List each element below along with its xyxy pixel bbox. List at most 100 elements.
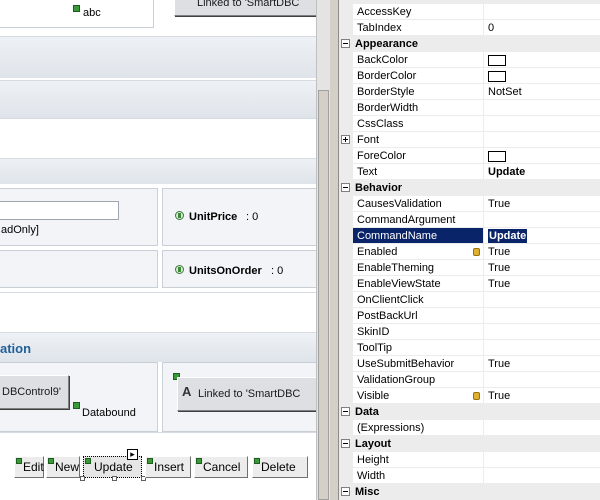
property-name[interactable]: CommandArgument (353, 212, 484, 228)
property-name[interactable]: BorderColor (353, 68, 484, 84)
property-name[interactable]: ToolTip (353, 340, 484, 356)
edit-button[interactable]: Edit (14, 456, 44, 478)
property-value-editor[interactable]: Update (488, 229, 528, 243)
property-value[interactable] (484, 308, 600, 324)
designer-scrollbar[interactable] (316, 0, 330, 500)
property-value[interactable]: Update (484, 228, 600, 244)
property-row-onclientclick[interactable]: OnClientClick (339, 292, 600, 308)
property-value[interactable] (484, 212, 600, 228)
property-name[interactable]: CommandName (353, 228, 484, 244)
property-row-forecolor[interactable]: ForeColor (339, 148, 600, 164)
property-row-borderstyle[interactable]: BorderStyle NotSet (339, 84, 600, 100)
property-value[interactable]: True (484, 356, 600, 372)
property-name[interactable]: OnClientClick (353, 292, 484, 308)
property-row-height[interactable]: Height (339, 452, 600, 468)
resize-handle[interactable] (80, 476, 85, 481)
resize-handle[interactable] (112, 476, 117, 481)
property-row-accesskey[interactable]: AccessKey (339, 4, 600, 20)
property-row-commandname[interactable]: CommandName Update (339, 228, 600, 244)
property-row-usesubmitbehavior[interactable]: UseSubmitBehavior True (339, 356, 600, 372)
property-name[interactable]: Visible (353, 388, 484, 404)
property-row-font[interactable]: Font (339, 132, 600, 148)
property-name[interactable]: UseSubmitBehavior (353, 356, 484, 372)
readonly-input[interactable] (0, 201, 119, 220)
designer-surface[interactable]: abc Linked to 'SmartDBC adOnly] UnitPric… (0, 0, 316, 500)
collapse-icon[interactable] (341, 39, 350, 48)
category-data[interactable]: Data (339, 404, 600, 420)
collapse-icon[interactable] (341, 439, 350, 448)
property-row-width[interactable]: Width (339, 468, 600, 484)
property-row-postbackurl[interactable]: PostBackUrl (339, 308, 600, 324)
property-name[interactable]: Enabled (353, 244, 484, 260)
property-value[interactable] (484, 132, 600, 148)
property-name[interactable]: TabIndex (353, 20, 484, 36)
property-row-validationgroup[interactable]: ValidationGroup (339, 372, 600, 388)
property-value[interactable] (484, 452, 600, 468)
property-name[interactable]: EnableTheming (353, 260, 484, 276)
category-appearance[interactable]: Appearance (339, 36, 600, 52)
linked-button[interactable]: A Linked to 'SmartDBC (177, 377, 316, 411)
property-name[interactable]: CausesValidation (353, 196, 484, 212)
property-name[interactable]: BorderStyle (353, 84, 484, 100)
property-value[interactable]: NotSet (484, 84, 600, 100)
smart-tag-button[interactable]: ▸ (127, 449, 138, 460)
property-row-bordercolor[interactable]: BorderColor (339, 68, 600, 84)
property-name[interactable]: SkinID (353, 324, 484, 340)
property-value[interactable] (484, 52, 600, 68)
category-misc[interactable]: Misc (339, 484, 600, 500)
property-name[interactable]: ValidationGroup (353, 372, 484, 388)
delete-button[interactable]: Delete (252, 456, 308, 478)
property-value[interactable]: True (484, 196, 600, 212)
collapse-icon[interactable] (341, 487, 350, 496)
property-name[interactable]: BorderWidth (353, 100, 484, 116)
property-name[interactable]: Width (353, 468, 484, 484)
property-row-enableviewstate[interactable]: EnableViewState True (339, 276, 600, 292)
property-row-cssclass[interactable]: CssClass (339, 116, 600, 132)
readonly-cell[interactable]: adOnly] (0, 188, 158, 246)
property-row-visible[interactable]: Visible True (339, 388, 600, 404)
collapse-icon[interactable] (341, 183, 350, 192)
new-button[interactable]: New (46, 456, 80, 478)
property-row-causesvalidation[interactable]: CausesValidation True (339, 196, 600, 212)
collapse-icon[interactable] (341, 407, 350, 416)
control-cell[interactable]: DBControl9' Databound (0, 362, 158, 432)
designer-scrollbar-thumb[interactable] (318, 90, 329, 500)
property-name[interactable]: PostBackUrl (353, 308, 484, 324)
cancel-button[interactable]: Cancel (194, 456, 248, 478)
property-name[interactable]: AccessKey (353, 4, 484, 20)
property-value[interactable]: True (484, 276, 600, 292)
property-row-text[interactable]: Text Update (339, 164, 600, 180)
splitter[interactable] (330, 0, 338, 500)
property-name[interactable]: Text (353, 164, 484, 180)
property-value[interactable] (484, 324, 600, 340)
property-name[interactable]: (Expressions) (353, 420, 484, 436)
property-value[interactable] (484, 100, 600, 116)
property-value[interactable]: Update (484, 164, 600, 180)
property-value[interactable] (484, 420, 600, 436)
property-row-tooltip[interactable]: ToolTip (339, 340, 600, 356)
property-row-skinid[interactable]: SkinID (339, 324, 600, 340)
top-cell[interactable]: abc (0, 0, 154, 28)
property-value[interactable] (484, 68, 600, 84)
category-behavior[interactable]: Behavior (339, 180, 600, 196)
linked-cell[interactable]: A Linked to 'SmartDBC (162, 362, 316, 432)
property-row-tabindex[interactable]: TabIndex 0 (339, 20, 600, 36)
property-value[interactable] (484, 372, 600, 388)
dbcontrol-button[interactable]: DBControl9' (0, 375, 69, 409)
unitsonorder-cell[interactable]: UnitsOnOrder : 0 (162, 250, 316, 288)
property-value[interactable] (484, 340, 600, 356)
property-row-backcolor[interactable]: BackColor (339, 52, 600, 68)
property-value[interactable]: True (484, 244, 600, 260)
insert-button[interactable]: Insert (145, 456, 191, 478)
property-value[interactable] (484, 468, 600, 484)
property-name[interactable]: CssClass (353, 116, 484, 132)
property-grid[interactable]: AccessKey TabIndex 0 Appearance BackColor Bor… (338, 0, 600, 500)
property-row-commandargument[interactable]: CommandArgument (339, 212, 600, 228)
property-row-enabled[interactable]: Enabled True (339, 244, 600, 260)
property-name[interactable]: Height (353, 452, 484, 468)
expand-icon[interactable] (341, 135, 350, 144)
property-value[interactable] (484, 148, 600, 164)
property-value[interactable]: True (484, 388, 600, 404)
unitprice-cell[interactable]: UnitPrice : 0 (162, 188, 316, 246)
property-value[interactable]: True (484, 260, 600, 276)
